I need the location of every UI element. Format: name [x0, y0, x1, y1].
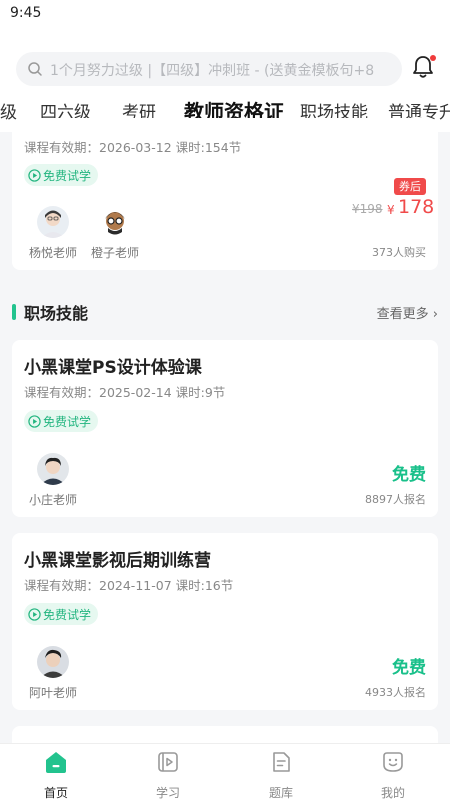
section-accent-bar [12, 304, 16, 320]
question-bank-icon [273, 752, 290, 772]
tabbar-label: 首页 [43, 786, 68, 800]
search-icon [28, 62, 42, 76]
tabbar-label: 题库 [268, 786, 293, 800]
teacher: 杨悦老师 [18, 206, 88, 261]
course-meta: 课程有效期：2025-02-14 课时:9节 [24, 385, 226, 400]
price-currency: ¥ [387, 203, 395, 217]
profile-icon [383, 752, 403, 772]
search-input[interactable]: 1个月努力过级 |【四级】冲刺班 - (送黄金模板句+8 [16, 52, 402, 86]
home-icon [46, 752, 66, 773]
avatar [99, 206, 131, 238]
play-icon [28, 607, 41, 621]
teacher-name: 小庄老师 [28, 493, 77, 507]
tabbar-profile[interactable]: 我的 [363, 750, 423, 800]
play-icon [28, 168, 41, 182]
avatar [37, 206, 69, 238]
teacher-name: 橙子老师 [90, 246, 139, 260]
price-free: 免费 [392, 658, 426, 678]
avatar [37, 646, 69, 678]
coupon-badge: 券后 [394, 178, 426, 195]
tabbar-label: 我的 [380, 786, 405, 800]
section-header: 职场技能 查看更多 › [12, 296, 438, 326]
tabbar-question-bank[interactable]: 题库 [251, 750, 311, 800]
free-trial-label: 免费试学 [43, 168, 92, 183]
free-trial-label: 免费试学 [43, 414, 92, 429]
teacher-name: 杨悦老师 [28, 246, 77, 260]
buyer-count: 373人购买 [372, 246, 426, 259]
teacher-name: 阿叶老师 [28, 686, 77, 700]
course-title: 小黑课堂PS设计体验课 [24, 358, 202, 378]
notification-dot [430, 55, 436, 61]
search-placeholder: 1个月努力过级 |【四级】冲刺班 - (送黄金模板句+8 [50, 63, 375, 79]
tabbar-label: 学习 [155, 786, 180, 800]
course-card[interactable]: 课程有效期：2026-03-12 课时:154节 免费试学 杨悦老师 橙子老师 … [12, 118, 438, 270]
price-free: 免费 [392, 465, 426, 485]
study-icon [158, 752, 178, 772]
free-trial-tag[interactable]: 免费试学 [24, 603, 99, 625]
view-more-link[interactable]: 查看更多 › [377, 303, 438, 322]
course-meta: 课程有效期：2026-03-12 课时:154节 [24, 140, 242, 155]
view-more-label: 查看更多 [376, 307, 429, 322]
course-card[interactable]: 小黑课堂PS设计体验课 课程有效期：2025-02-14 课时:9节 免费试学 … [12, 340, 438, 517]
course-meta: 课程有效期：2024-11-07 课时:16节 [24, 578, 234, 593]
avatar [37, 453, 69, 485]
enrollment-count: 8897人报名 [365, 493, 426, 506]
free-trial-label: 免费试学 [43, 607, 92, 622]
bottom-tab-bar: 首页 学习 题库 我的 [0, 743, 450, 800]
status-bar: 9:45 [0, 0, 450, 28]
free-trial-tag[interactable]: 免费试学 [24, 164, 99, 186]
course-title: 小黑课堂影视后期训练营 [24, 551, 211, 571]
teacher: 阿叶老师 [18, 646, 88, 701]
free-trial-tag[interactable]: 免费试学 [24, 410, 99, 432]
section-title: 职场技能 [24, 304, 89, 323]
tabbar-home[interactable]: 首页 [26, 750, 86, 800]
original-price: ¥198 [352, 202, 383, 216]
play-icon [28, 414, 41, 428]
header: 1个月努力过级 |【四级】冲刺班 - (送黄金模板句+8 级 四六级 考研 教师… [0, 28, 450, 132]
teacher: 小庄老师 [18, 453, 88, 508]
enrollment-count: 4933人报名 [365, 686, 426, 699]
chevron-right-icon: › [432, 307, 438, 322]
teacher: 橙子老师 [80, 206, 150, 261]
discount-price: 178 [398, 196, 435, 218]
course-card[interactable]: 小黑课堂影视后期训练营 课程有效期：2024-11-07 课时:16节 免费试学… [12, 533, 438, 710]
status-time: 9:45 [10, 5, 42, 21]
tabbar-study[interactable]: 学习 [138, 750, 198, 800]
